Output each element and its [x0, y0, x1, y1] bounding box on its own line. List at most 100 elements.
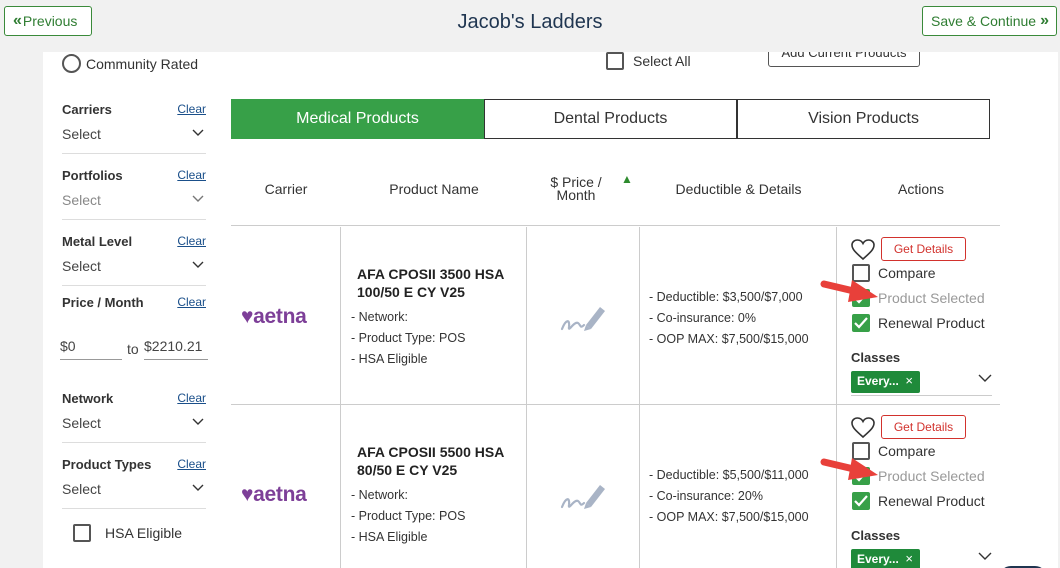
classes-label: Classes [851, 350, 901, 365]
coinsurance-line: - Co-insurance: 20% [649, 489, 763, 503]
filter-label: Product Types [62, 457, 152, 472]
hsa-attr: - HSA Eligible [351, 530, 428, 544]
price-to-label: to [127, 341, 139, 357]
price-min-input[interactable]: $0 [60, 334, 122, 360]
red-arrow-annotation [820, 458, 878, 480]
checkbox-icon[interactable] [73, 524, 91, 542]
deductible-details: - Deductible: $5,500/$11,000 - Co-insura… [649, 465, 829, 528]
add-current-products-button[interactable]: Add Current Products [768, 52, 920, 67]
select-all-label: Select All [633, 53, 691, 69]
filter-label: Network [62, 391, 114, 406]
compare-label: Compare [878, 265, 936, 281]
hsa-eligible-filter[interactable]: HSA Eligible [73, 524, 182, 542]
sort-ascending-icon[interactable]: ▲ [621, 172, 633, 186]
chevron-down-icon[interactable] [978, 551, 992, 561]
product-name: AFA CPOSII 5500 HSA 80/50 E CY V25 [357, 444, 504, 478]
price-max-input[interactable]: $2210.21 [144, 334, 208, 360]
community-rated-option[interactable]: Community Rated [62, 54, 198, 73]
column-product-name: Product Name [389, 180, 479, 197]
metal-level-select[interactable]: Select [62, 258, 101, 274]
clear-link[interactable]: Clear [177, 295, 206, 309]
product-types-select[interactable]: Select [62, 481, 101, 497]
carriers-select[interactable]: Select [62, 126, 101, 142]
table-row: ♥aetna AFA CPOSII 5500 HSA 80/50 E CY V2… [231, 405, 1000, 568]
product-selected-label: Product Selected [878, 290, 985, 306]
portfolios-select[interactable]: Select [62, 192, 101, 208]
deductible-line: - Deductible: $5,500/$11,000 [649, 468, 809, 482]
red-arrow-annotation [820, 280, 878, 302]
aetna-logo: ♥aetna [241, 483, 307, 506]
chevron-down-icon[interactable] [192, 258, 204, 272]
renewal-product-option[interactable]: Renewal Product [852, 314, 985, 332]
renewal-product-label: Renewal Product [878, 493, 985, 509]
select-all-option[interactable]: Select All [606, 52, 691, 70]
tab-medical-products[interactable]: Medical Products [231, 99, 484, 139]
clear-link[interactable]: Clear [177, 234, 206, 248]
chevron-down-icon[interactable] [192, 192, 204, 206]
network-attr: - Network: [351, 488, 408, 502]
oop-max-line: - OOP MAX: $7,500/$15,000 [649, 332, 809, 346]
column-price[interactable]: $ Price / Month [531, 152, 621, 226]
filter-label: Portfolios [62, 168, 123, 183]
clear-link[interactable]: Clear [177, 391, 206, 405]
main-content: Community Rated Carriers Clear Select Po… [43, 52, 1058, 568]
checkmark-icon[interactable] [852, 314, 870, 332]
table-row: ♥aetna AFA CPOSII 3500 HSA 100/50 E CY V… [231, 227, 1000, 405]
actions-cell: Get Details Compare Product Selected Ren… [851, 405, 1000, 568]
product-attributes: - Network: - Product Type: POS - HSA Eli… [351, 485, 465, 548]
product-name: AFA CPOSII 3500 HSA 100/50 E CY V25 [357, 266, 504, 300]
aetna-logo: ♥aetna [241, 305, 307, 328]
carrier-name: aetna [253, 483, 307, 506]
community-rated-label: Community Rated [86, 55, 199, 72]
save-continue-label: Save & Continue [931, 13, 1037, 29]
deductible-details: - Deductible: $3,500/$7,000 - Co-insuran… [649, 287, 829, 350]
chevron-down-icon[interactable] [978, 373, 992, 383]
classes-divider [851, 395, 992, 396]
product-selected-label: Product Selected [878, 468, 985, 484]
class-tag-label: Every... [857, 374, 899, 388]
clear-link[interactable]: Clear [177, 457, 206, 471]
filter-metal-level: Metal Level Clear Select [62, 234, 206, 286]
oop-max-line: - OOP MAX: $7,500/$15,000 [649, 510, 809, 524]
get-details-button[interactable]: Get Details [881, 415, 966, 439]
clear-link[interactable]: Clear [177, 168, 206, 182]
products-table-header: Carrier Product Name $ Price / Month ▲ D… [231, 152, 1000, 226]
renewal-product-option[interactable]: Renewal Product [852, 492, 985, 510]
chevron-down-icon[interactable] [192, 481, 204, 495]
page-title: Jacob's Ladders [457, 11, 603, 33]
signature-icon [560, 307, 605, 331]
carrier-name: aetna [253, 305, 307, 328]
coinsurance-line: - Co-insurance: 0% [649, 311, 756, 325]
network-select[interactable]: Select [62, 415, 101, 431]
filter-product-types: Product Types Clear Select [62, 457, 206, 509]
class-tag[interactable]: Every... × [851, 371, 920, 393]
tab-dental-products[interactable]: Dental Products [484, 99, 737, 139]
actions-cell: Get Details Compare Product Selected Ren… [851, 227, 1000, 405]
column-details: Deductible & Details [675, 180, 802, 197]
heart-icon[interactable] [851, 417, 875, 439]
radio-icon[interactable] [62, 54, 81, 73]
checkmark-icon[interactable] [852, 492, 870, 510]
tab-vision-products[interactable]: Vision Products [737, 99, 990, 139]
class-tag[interactable]: Every... × [851, 549, 920, 568]
remove-icon[interactable]: × [905, 373, 913, 388]
renewal-product-label: Renewal Product [878, 315, 985, 331]
chevron-down-icon[interactable] [192, 126, 204, 140]
hsa-attr: - HSA Eligible [351, 352, 428, 366]
clear-link[interactable]: Clear [177, 102, 206, 116]
remove-icon[interactable]: × [905, 551, 913, 566]
chevron-down-icon[interactable] [192, 415, 204, 429]
product-type-attr: - Product Type: POS [351, 509, 466, 523]
checkbox-icon[interactable] [606, 52, 624, 70]
product-type-attr: - Product Type: POS [351, 331, 466, 345]
product-tabs: Medical Products Dental Products Vision … [231, 99, 990, 139]
classes-label: Classes [851, 528, 901, 543]
double-chevron-right-icon: » [1040, 12, 1049, 29]
heart-icon[interactable] [851, 239, 875, 261]
class-tag-label: Every... [857, 552, 899, 566]
hsa-eligible-label: HSA Eligible [105, 525, 183, 541]
filter-label: Carriers [62, 102, 112, 117]
save-continue-button[interactable]: Save & Continue » [922, 6, 1057, 36]
signature-icon [560, 485, 605, 509]
get-details-button[interactable]: Get Details [881, 237, 966, 261]
